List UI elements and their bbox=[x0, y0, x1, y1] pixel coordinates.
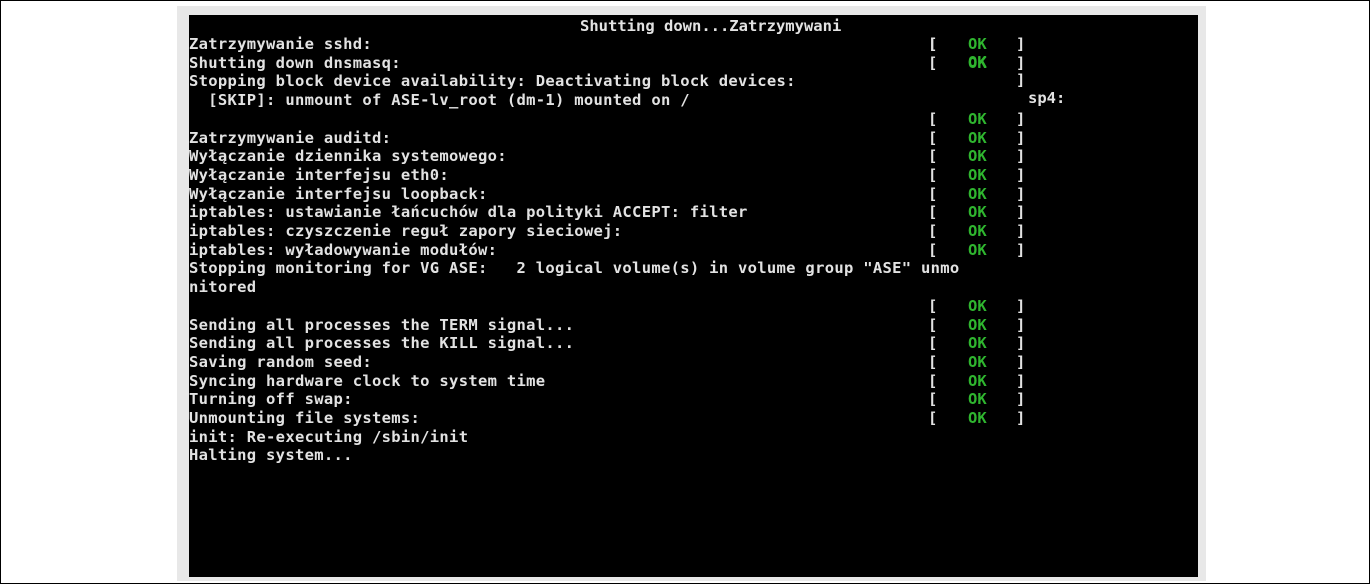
status-ok: OK bbox=[968, 203, 987, 222]
status-left-bracket: [ bbox=[928, 147, 938, 166]
status-right-bracket: ] bbox=[1016, 128, 1026, 147]
status-ok: OK bbox=[968, 128, 987, 147]
status-right-bracket: ] bbox=[1016, 296, 1026, 315]
status-left-bracket: [ bbox=[928, 165, 938, 184]
status-left-bracket: [ bbox=[928, 334, 938, 353]
status-left-bracket: [ bbox=[928, 53, 938, 72]
status-left-bracket: [ bbox=[928, 352, 938, 371]
status-left-bracket: [ bbox=[928, 240, 938, 259]
status-right-bracket: ] bbox=[1016, 409, 1026, 427]
console-line: Wyłączanie interfejsu loopback: bbox=[189, 184, 488, 203]
status-left-bracket: [ bbox=[928, 203, 938, 222]
status-right-bracket: ] bbox=[1016, 315, 1026, 334]
console-line: Stopping block device availability: Deac… bbox=[189, 72, 796, 91]
status-ok: OK bbox=[968, 109, 987, 128]
status-right-bracket: ] bbox=[1016, 109, 1026, 128]
header-text: Shutting down...Zatrzymywani bbox=[580, 17, 842, 35]
status-ok: OK bbox=[968, 165, 987, 184]
status-right-bracket: ] bbox=[1016, 35, 1026, 53]
console-screen: Shutting down...Zatrzymywani [ OK ] sp4:… bbox=[189, 15, 1198, 577]
status-left-bracket: [ bbox=[928, 371, 938, 390]
console-line: Shutting down dnsmasq: bbox=[189, 53, 401, 72]
console-line: Unmounting file systems: bbox=[189, 409, 421, 427]
status-right-bracket: ] bbox=[1016, 240, 1026, 259]
status-ok: OK bbox=[968, 390, 987, 409]
status-right-bracket: ] bbox=[1016, 147, 1026, 166]
status-left-bracket: [ bbox=[928, 222, 938, 240]
status-ok: OK bbox=[968, 371, 987, 390]
status-ok: OK bbox=[968, 334, 987, 353]
status-ok: OK bbox=[968, 53, 987, 72]
status-left-bracket: [ bbox=[928, 390, 938, 409]
console-line: Sending all processes the TERM signal... bbox=[189, 315, 575, 334]
status-right-bracket: ] bbox=[1016, 165, 1026, 184]
status-right-bracket: ] bbox=[1016, 203, 1026, 222]
status-ok: OK bbox=[968, 240, 987, 259]
status-left-bracket: [ bbox=[928, 296, 938, 315]
console-line: init: Re-executing /sbin/init bbox=[189, 427, 469, 446]
console-line: Turning off swap: bbox=[189, 390, 353, 409]
status-ok: OK bbox=[968, 315, 987, 334]
status-right-bracket: ] bbox=[1016, 334, 1026, 353]
header-status: [ OK ] sp4: bbox=[928, 17, 1065, 107]
status-left-bracket: [ bbox=[928, 128, 938, 147]
console-line: iptables: ustawianie łańcuchów dla polit… bbox=[189, 203, 748, 222]
status-right-bracket: ] bbox=[1016, 222, 1026, 240]
status-left-bracket: [ bbox=[928, 184, 938, 203]
status-ok: OK bbox=[968, 35, 987, 53]
console-line: iptables: czyszczenie reguł zapory sieci… bbox=[189, 222, 623, 240]
status-ok: OK bbox=[968, 296, 987, 315]
console-line: [SKIP]: unmount of ASE-lv_root (dm-1) mo… bbox=[189, 91, 690, 110]
console-line: Zatrzymywanie auditd: bbox=[189, 128, 392, 147]
console-line: Halting system... bbox=[189, 446, 353, 465]
header-suffix: sp4: bbox=[1028, 89, 1066, 107]
status-right-bracket: ] bbox=[1016, 184, 1026, 203]
console-line: Zatrzymywanie sshd: bbox=[189, 35, 373, 53]
status-ok: OK bbox=[968, 184, 987, 203]
console-line: iptables: wyładowywanie modułów: bbox=[189, 240, 498, 259]
console-line: Syncing hardware clock to system time bbox=[189, 371, 546, 390]
status-right-bracket: ] bbox=[1016, 390, 1026, 409]
status-right-bracket: ] bbox=[1016, 352, 1026, 371]
screenshot-frame: Shutting down...Zatrzymywani [ OK ] sp4:… bbox=[0, 0, 1370, 584]
status-left-bracket: [ bbox=[928, 409, 938, 427]
status-right-bracket: ] bbox=[1016, 371, 1026, 390]
status-ok: OK bbox=[968, 222, 987, 240]
console-line: Wyłączanie interfejsu eth0: bbox=[189, 165, 450, 184]
console-line: nitored bbox=[189, 278, 257, 297]
status-left-bracket: [ bbox=[928, 35, 938, 53]
status-ok: OK bbox=[968, 147, 987, 166]
header-line: Shutting down...Zatrzymywani bbox=[580, 17, 841, 35]
console-line: Sending all processes the KILL signal... bbox=[189, 334, 575, 353]
status-ok: OK bbox=[968, 409, 987, 427]
console-line: Saving random seed: bbox=[189, 352, 373, 371]
status-left-bracket: [ bbox=[928, 315, 938, 334]
console-line: Wyłączanie dziennika systemowego: bbox=[189, 147, 507, 166]
status-ok: OK bbox=[968, 352, 987, 371]
status-right-bracket: ] bbox=[1016, 71, 1026, 89]
console-line: Stopping monitoring for VG ASE: 2 logica… bbox=[189, 259, 960, 278]
status-left-bracket: [ bbox=[928, 109, 938, 128]
status-right-bracket: ] bbox=[1016, 53, 1026, 72]
